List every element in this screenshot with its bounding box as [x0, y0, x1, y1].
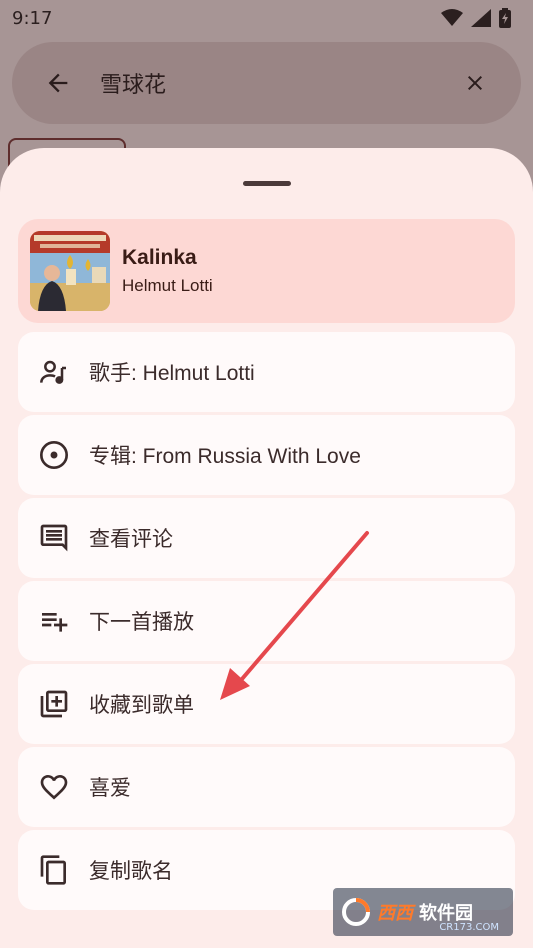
- search-bar: 雪球花: [12, 42, 521, 124]
- album-icon: [38, 439, 70, 471]
- comment-icon: [38, 522, 70, 554]
- bottom-sheet: Kalinka Helmut Lotti 歌手: Helmut Lotti 专辑…: [0, 148, 533, 948]
- album-cover: [30, 231, 110, 311]
- menu-item-label: 歌手: Helmut Lotti: [89, 362, 255, 385]
- track-card: Kalinka Helmut Lotti: [18, 219, 515, 323]
- artist-icon: [38, 356, 70, 388]
- menu-item-comments[interactable]: 查看评论: [18, 498, 515, 578]
- heart-icon: [38, 771, 70, 803]
- arrow-left-icon: [48, 73, 68, 93]
- status-time: 9:17: [12, 7, 53, 29]
- menu-item-artist[interactable]: 歌手: Helmut Lotti: [18, 332, 515, 412]
- action-menu: 歌手: Helmut Lotti 专辑: From Russia With Lo…: [18, 332, 515, 913]
- menu-item-favorite[interactable]: 喜爱: [18, 747, 515, 827]
- close-icon: [468, 76, 482, 90]
- track-title: Kalinka: [122, 246, 197, 269]
- drag-handle[interactable]: [243, 181, 291, 186]
- status-icons: [441, 8, 511, 28]
- copy-icon: [38, 854, 70, 886]
- menu-item-label: 查看评论: [89, 528, 173, 551]
- clear-button[interactable]: [455, 63, 495, 103]
- menu-item-label: 复制歌名: [89, 860, 173, 883]
- wifi-icon: [441, 9, 463, 26]
- logo-icon: [342, 898, 370, 926]
- menu-item-label: 喜爱: [89, 777, 131, 800]
- search-input[interactable]: 雪球花: [100, 67, 455, 99]
- add-to-playlist-icon: [38, 688, 70, 720]
- play-next-icon: [38, 605, 70, 637]
- menu-item-play-next[interactable]: 下一首播放: [18, 581, 515, 661]
- back-button[interactable]: [38, 63, 78, 103]
- status-bar: 9:17: [0, 0, 533, 36]
- watermark-logo: 西西 软件园 CR173.COM: [333, 888, 513, 936]
- menu-item-label: 专辑: From Russia With Love: [89, 445, 361, 468]
- battery-icon: [499, 8, 511, 28]
- menu-item-add-to-playlist[interactable]: 收藏到歌单: [18, 664, 515, 744]
- menu-item-label: 下一首播放: [89, 611, 194, 634]
- signal-icon: [471, 9, 491, 27]
- track-artist: Helmut Lotti: [122, 276, 213, 295]
- watermark-url: CR173.COM: [439, 922, 499, 933]
- menu-item-album[interactable]: 专辑: From Russia With Love: [18, 415, 515, 495]
- menu-item-label: 收藏到歌单: [89, 694, 194, 717]
- watermark-brand: 西西: [377, 903, 413, 924]
